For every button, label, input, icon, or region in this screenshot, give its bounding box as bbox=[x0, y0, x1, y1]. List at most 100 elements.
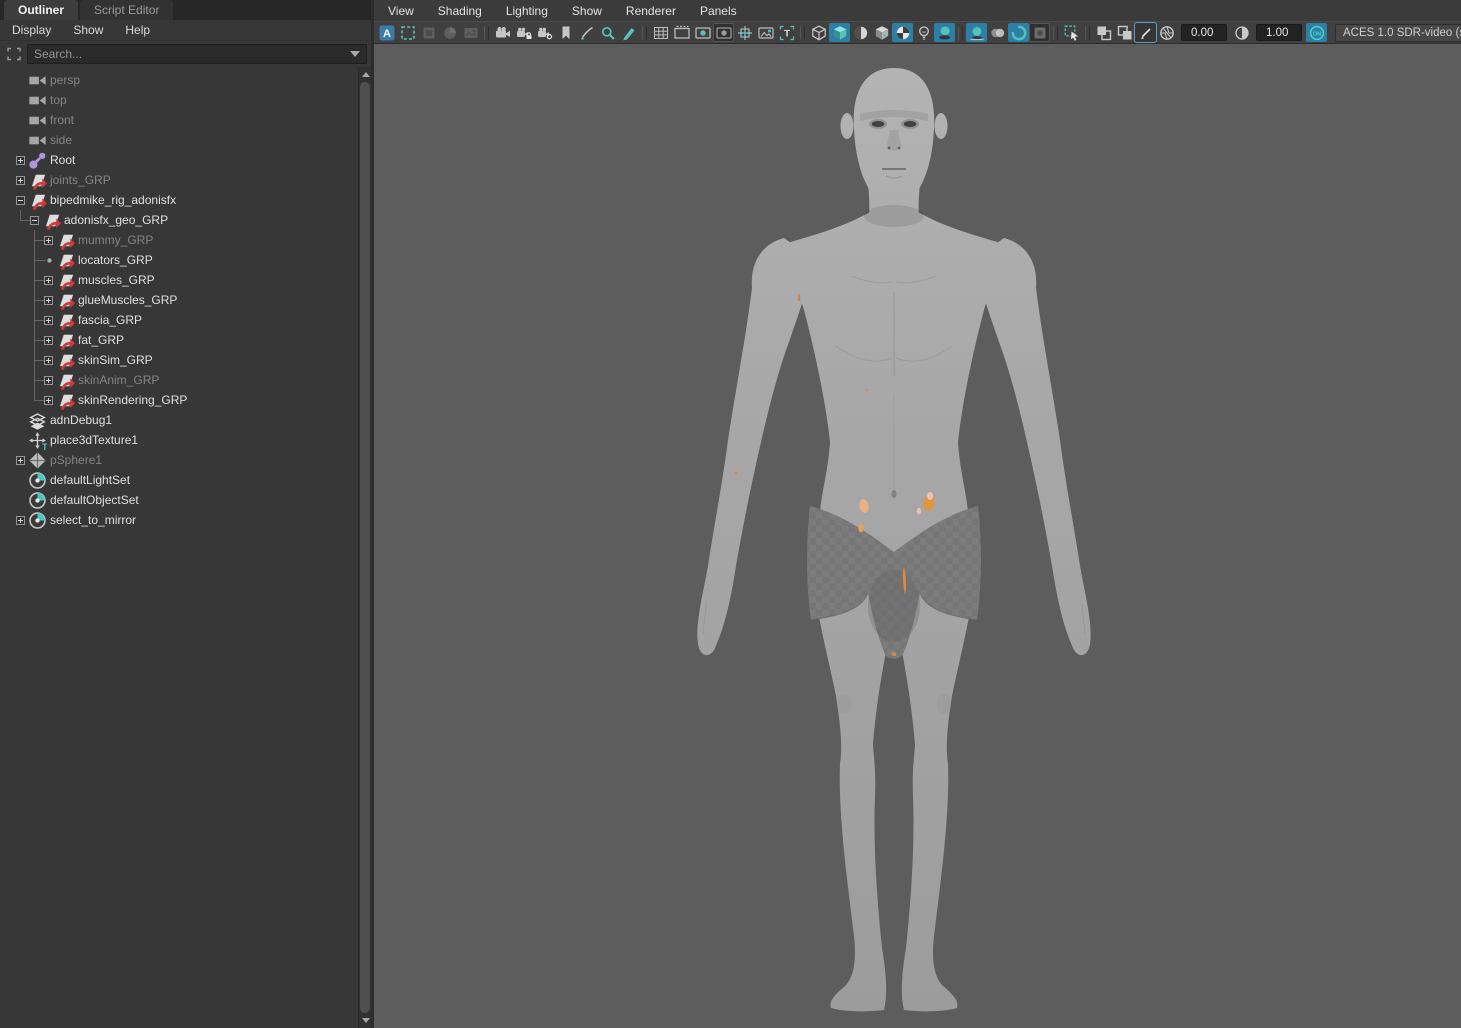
gamma-field[interactable]: 1.00 bbox=[1256, 24, 1302, 41]
exposure-icon[interactable] bbox=[1156, 23, 1177, 42]
pan-zoom-button[interactable] bbox=[597, 23, 618, 42]
viewport-menu-view[interactable]: View bbox=[388, 4, 414, 18]
outliner-item-skinRendering_GRP[interactable]: skinRendering_GRP bbox=[14, 390, 358, 410]
search-options-arrow-icon[interactable] bbox=[350, 51, 360, 57]
filter-icon[interactable] bbox=[6, 46, 22, 62]
expander[interactable] bbox=[42, 370, 56, 390]
outliner-item-place3dTexture1[interactable]: Tplace3dTexture1 bbox=[14, 430, 358, 450]
expander[interactable] bbox=[42, 270, 56, 290]
outliner-menu-help[interactable]: Help bbox=[125, 23, 150, 37]
outliner-item-fat_GRP[interactable]: fat_GRP bbox=[14, 330, 358, 350]
cube-textured-button[interactable] bbox=[871, 23, 892, 42]
res-gate-button[interactable] bbox=[692, 23, 713, 42]
exposure-field[interactable]: 0.00 bbox=[1181, 24, 1227, 41]
ao-button[interactable] bbox=[966, 23, 987, 42]
camera-gear-button[interactable] bbox=[534, 23, 555, 42]
viewport-menu-lighting[interactable]: Lighting bbox=[506, 4, 548, 18]
shadows-button[interactable] bbox=[934, 23, 955, 42]
scroll-up-icon[interactable] bbox=[359, 68, 371, 81]
grease-pencil-button[interactable] bbox=[576, 23, 597, 42]
isolate-b-button[interactable] bbox=[1114, 23, 1135, 42]
cube-shaded-button[interactable] bbox=[829, 23, 850, 42]
outliner-item-side[interactable]: side bbox=[14, 130, 358, 150]
safe-view-button[interactable] bbox=[755, 23, 776, 42]
camera-lock-button[interactable] bbox=[513, 23, 534, 42]
a-badge-button[interactable]: A bbox=[376, 23, 397, 42]
outliner-item-front[interactable]: front bbox=[14, 110, 358, 130]
square-dim-button[interactable] bbox=[418, 23, 439, 42]
expander[interactable] bbox=[42, 230, 56, 250]
outliner-item-top[interactable]: top bbox=[14, 90, 358, 110]
viewport-menu-renderer[interactable]: Renderer bbox=[626, 4, 676, 18]
film-gate-button[interactable] bbox=[671, 23, 692, 42]
tab-script-editor[interactable]: Script Editor bbox=[80, 0, 174, 20]
search-input[interactable] bbox=[34, 47, 350, 61]
tab-outliner[interactable]: Outliner bbox=[4, 0, 79, 20]
expander[interactable] bbox=[28, 210, 42, 230]
outliner-item-muscles_GRP[interactable]: muscles_GRP bbox=[14, 270, 358, 290]
view-transform-dropdown[interactable]: ACES 1.0 SDR-video (sRGB) bbox=[1335, 23, 1461, 42]
body-mesh[interactable] bbox=[697, 68, 1091, 1012]
outliner-item-joints_GRP[interactable]: joints_GRP bbox=[14, 170, 358, 190]
cube-wire-button[interactable] bbox=[808, 23, 829, 42]
outliner-item-mummy_GRP[interactable]: mummy_GRP bbox=[14, 230, 358, 250]
outliner-item-skinAnim_GRP[interactable]: skinAnim_GRP bbox=[14, 370, 358, 390]
outliner-item-adonisfx_geo_GRP[interactable]: adonisfx_geo_GRP bbox=[14, 210, 358, 230]
expander[interactable] bbox=[14, 170, 28, 190]
scroll-down-icon[interactable] bbox=[359, 1014, 371, 1027]
expander[interactable] bbox=[42, 350, 56, 370]
grid-button[interactable] bbox=[650, 23, 671, 42]
motion-blur-button[interactable] bbox=[987, 23, 1008, 42]
outliner-item-persp[interactable]: persp bbox=[14, 70, 358, 90]
outliner-item-fascia_GRP[interactable]: fascia_GRP bbox=[14, 310, 358, 330]
expander[interactable] bbox=[42, 330, 56, 350]
viewport-menu-show[interactable]: Show bbox=[572, 4, 602, 18]
outliner-item-glueMuscles_GRP[interactable]: glueMuscles_GRP bbox=[14, 290, 358, 310]
expander[interactable] bbox=[42, 290, 56, 310]
bookmark-button[interactable] bbox=[555, 23, 576, 42]
outliner-item-Root[interactable]: Root bbox=[14, 150, 358, 170]
search-box[interactable] bbox=[27, 44, 367, 64]
viewport-menu-panels[interactable]: Panels bbox=[700, 4, 737, 18]
title-safe-button[interactable]: T bbox=[776, 23, 797, 42]
outliner-menu-display[interactable]: Display bbox=[12, 23, 51, 37]
scrollbar-handle[interactable] bbox=[360, 82, 370, 1013]
expander[interactable] bbox=[42, 390, 56, 410]
pie-dim-button[interactable] bbox=[439, 23, 460, 42]
outliner-item-locators_GRP[interactable]: locators_GRP bbox=[14, 250, 358, 270]
outliner-scrollbar[interactable] bbox=[358, 67, 371, 1028]
outliner-item-adnDebug1[interactable]: adnDebug1 bbox=[14, 410, 358, 430]
marquee-button[interactable] bbox=[397, 23, 418, 42]
expander[interactable] bbox=[14, 150, 28, 170]
color-management-toggle[interactable]: ON bbox=[1306, 23, 1327, 42]
isolate-a-button[interactable] bbox=[1093, 23, 1114, 42]
expander[interactable] bbox=[14, 450, 28, 470]
outliner-item-bipedmike_rig_adonisfx[interactable]: bipedmike_rig_adonisfx bbox=[14, 190, 358, 210]
sphere-checker-button[interactable] bbox=[892, 23, 913, 42]
expander[interactable] bbox=[14, 510, 28, 530]
gamma-icon[interactable] bbox=[1231, 23, 1252, 42]
field-chart-button[interactable] bbox=[734, 23, 755, 42]
annotate-button[interactable] bbox=[1135, 23, 1156, 42]
antialias-button[interactable] bbox=[1008, 23, 1029, 42]
outliner-item-pSphere1[interactable]: pSphere1 bbox=[14, 450, 358, 470]
outliner-item-skinSim_GRP[interactable]: skinSim_GRP bbox=[14, 350, 358, 370]
transform-icon bbox=[56, 330, 75, 350]
dof-button[interactable] bbox=[1029, 23, 1050, 42]
image-dim-button[interactable] bbox=[460, 23, 481, 42]
gate-mask-button[interactable] bbox=[713, 23, 734, 42]
select-cursor-button[interactable] bbox=[1061, 23, 1082, 42]
expander[interactable] bbox=[42, 310, 56, 330]
viewport-menu-shading[interactable]: Shading bbox=[438, 4, 482, 18]
bulb-button[interactable] bbox=[913, 23, 934, 42]
sphere-half-button[interactable] bbox=[850, 23, 871, 42]
viewport-canvas[interactable] bbox=[374, 44, 1461, 1028]
outliner-item-select_to_mirror[interactable]: select_to_mirror bbox=[14, 510, 358, 530]
outliner-menu-show[interactable]: Show bbox=[73, 23, 103, 37]
pen-button[interactable] bbox=[618, 23, 639, 42]
camera-button[interactable] bbox=[492, 23, 513, 42]
outliner-item-defaultObjectSet[interactable]: defaultObjectSet bbox=[14, 490, 358, 510]
expander[interactable] bbox=[14, 190, 28, 210]
outliner-item-defaultLightSet[interactable]: defaultLightSet bbox=[14, 470, 358, 490]
